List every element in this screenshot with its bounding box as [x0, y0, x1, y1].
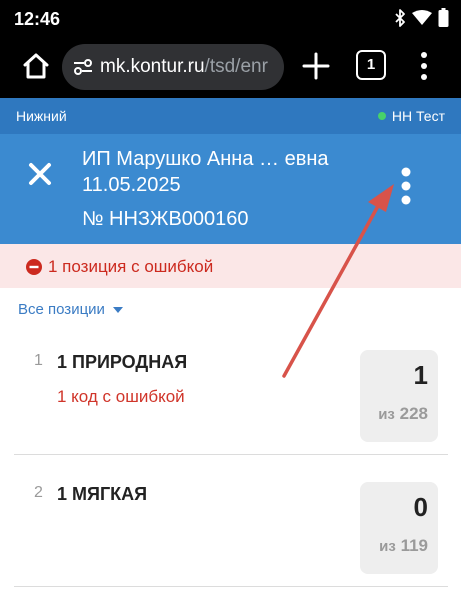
- list-item[interactable]: 2 1 МЯГКАЯ 0 из 119: [0, 468, 461, 586]
- status-time: 12:46: [14, 9, 61, 29]
- document-title: ИП Марушко Анна … евна 11.05.2025: [82, 148, 329, 196]
- close-icon[interactable]: [20, 154, 60, 194]
- chevron-down-icon: [112, 306, 123, 313]
- environment-label: НН Тест: [391, 108, 445, 124]
- url-path: /tsd/enr: [204, 56, 268, 77]
- total-quantity: из 119: [379, 536, 428, 556]
- new-tab-plus-icon[interactable]: [298, 48, 334, 84]
- quantity-box: 1 из 228: [360, 350, 438, 442]
- scanned-quantity: 0: [413, 492, 428, 522]
- divider: [14, 586, 448, 587]
- divider: [14, 454, 448, 455]
- total-value: 228: [399, 404, 428, 423]
- error-banner-text: 1 позиция с ошибкой: [48, 257, 214, 276]
- kebab-menu-icon[interactable]: [394, 164, 418, 212]
- document-header: ИП Марушко Анна … евна 11.05.2025 № ННЗЖ…: [0, 134, 461, 244]
- document-number: № ННЗЖВ000160: [82, 208, 249, 230]
- error-minus-icon: [26, 259, 42, 275]
- quantity-box: 0 из 119: [360, 482, 438, 574]
- url-domain: mk.kontur.ru: [100, 56, 205, 77]
- of-word: из: [379, 538, 396, 555]
- item-index: 1: [34, 352, 43, 369]
- site-settings-icon[interactable]: [72, 56, 94, 78]
- tab-count: 1: [366, 56, 376, 73]
- address-bar[interactable]: mk.kontur.ru/tsd/enr: [62, 44, 284, 90]
- scanned-quantity: 1: [413, 360, 428, 390]
- location-bar: Нижний НН Тест: [0, 98, 461, 134]
- browser-toolbar: mk.kontur.ru/tsd/enr 1: [0, 36, 461, 98]
- item-error-text: 1 код с ошибкой: [57, 387, 185, 406]
- location-label: Нижний: [16, 108, 67, 124]
- environment-indicator: НН Тест: [377, 108, 445, 124]
- url-text[interactable]: mk.kontur.ru/tsd/enr: [100, 56, 268, 78]
- list-item[interactable]: 1 1 ПРИРОДНАЯ 1 код с ошибкой 1 из 228: [0, 336, 461, 454]
- item-name: 1 МЯГКАЯ: [57, 484, 148, 504]
- item-name: 1 ПРИРОДНАЯ: [57, 352, 188, 372]
- bluetooth-icon: [395, 8, 405, 27]
- of-word: из: [378, 406, 395, 423]
- status-bar: 12:46: [0, 0, 461, 36]
- battery-icon: [438, 8, 449, 27]
- wifi-icon: [412, 9, 432, 25]
- item-index: 2: [34, 484, 43, 501]
- home-icon[interactable]: [20, 50, 52, 82]
- status-dot-icon: [377, 112, 386, 120]
- total-value: 119: [400, 536, 428, 555]
- positions-filter-dropdown[interactable]: Все позиции: [18, 301, 123, 318]
- system-icons: [394, 8, 449, 27]
- error-banner[interactable]: 1 позиция с ошибкой: [0, 244, 461, 288]
- overflow-menu-icon[interactable]: [414, 50, 434, 82]
- tab-switcher-icon[interactable]: 1: [356, 50, 386, 80]
- total-quantity: из 228: [378, 404, 428, 424]
- filter-label: Все позиции: [18, 301, 105, 318]
